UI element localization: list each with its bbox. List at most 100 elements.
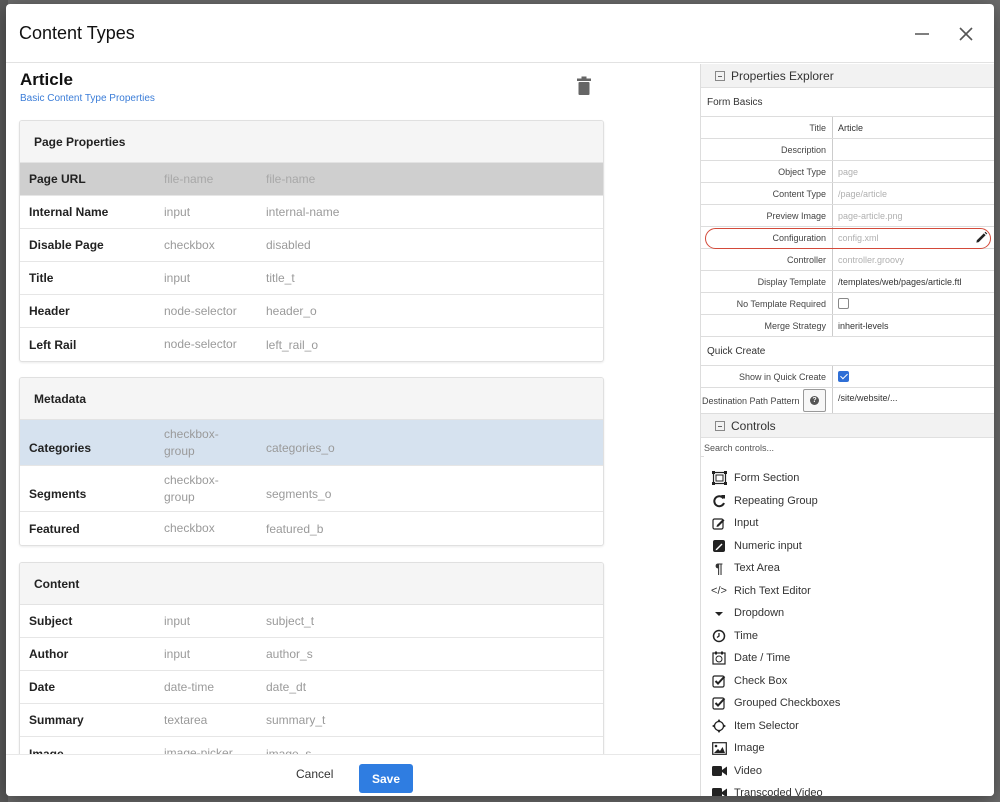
property-value[interactable]: page xyxy=(833,161,994,182)
property-value[interactable]: inherit-levels xyxy=(833,315,994,336)
field-name: Categories xyxy=(29,440,92,455)
control-item[interactable]: Numeric input xyxy=(701,535,994,558)
field-id: file-name xyxy=(266,172,316,186)
image-icon xyxy=(711,740,727,756)
show-in-quick-create-checkbox[interactable] xyxy=(838,371,849,382)
property-row[interactable]: Object Type page xyxy=(701,161,994,183)
property-row[interactable]: No Template Required xyxy=(701,293,994,315)
field-row[interactable]: Left Rail node-selector left_rail_o xyxy=(20,328,603,361)
checkbox-icon xyxy=(711,673,727,689)
cancel-button[interactable]: Cancel xyxy=(296,767,333,781)
section-title[interactable]: Page Properties xyxy=(20,121,603,163)
property-value[interactable] xyxy=(833,139,994,160)
property-row[interactable]: Merge Strategy inherit-levels xyxy=(701,315,994,337)
field-id: title_t xyxy=(266,271,295,285)
caret-down-icon xyxy=(711,605,727,621)
no-template-required-checkbox[interactable] xyxy=(838,298,849,309)
control-item[interactable]: Video xyxy=(701,760,994,783)
help-icon: ? xyxy=(810,396,819,405)
field-name: Image xyxy=(29,746,64,755)
control-item[interactable]: Date / Time xyxy=(701,647,994,670)
search-controls-input[interactable] xyxy=(704,439,994,457)
content-type-subtitle[interactable]: Basic Content Type Properties xyxy=(20,93,155,104)
property-row[interactable]: Content Type /page/article xyxy=(701,183,994,205)
field-type: input xyxy=(164,204,191,219)
property-value[interactable]: /page/article xyxy=(833,183,994,204)
collapse-icon[interactable] xyxy=(715,70,725,81)
control-item[interactable]: Transcoded Video xyxy=(701,782,994,796)
property-row[interactable]: Destination Path Pattern ? /site/website… xyxy=(701,388,994,414)
field-row[interactable]: Title input title_t xyxy=(20,262,603,295)
property-value[interactable]: Article xyxy=(833,117,994,138)
section-content[interactable]: Content Subject input subject_t Author i… xyxy=(19,562,604,754)
control-item[interactable]: Form Section xyxy=(701,467,994,490)
minimize-button[interactable] xyxy=(909,21,935,47)
property-row[interactable]: Display Template /templates/web/pages/ar… xyxy=(701,271,994,293)
field-name: Subject xyxy=(29,614,73,628)
field-id: author_s xyxy=(266,647,313,661)
property-value[interactable]: config.xml xyxy=(833,227,994,248)
field-row[interactable]: Page URL file-name file-name xyxy=(20,163,603,196)
property-value[interactable]: controller.groovy xyxy=(833,249,994,270)
field-name: Header xyxy=(29,304,70,318)
close-button[interactable] xyxy=(953,21,979,47)
property-row[interactable]: Preview Image page-article.png xyxy=(701,205,994,227)
help-button[interactable]: ? xyxy=(803,389,826,412)
property-row-configuration[interactable]: Configuration config.xml xyxy=(701,227,994,249)
section-metadata[interactable]: Metadata Categories checkbox-group categ… xyxy=(19,377,604,546)
control-item[interactable]: Dropdown xyxy=(701,602,994,625)
collapse-icon[interactable] xyxy=(715,420,725,431)
control-item[interactable]: Repeating Group xyxy=(701,490,994,513)
properties-explorer-header[interactable]: Properties Explorer xyxy=(701,64,994,88)
property-label: Merge Strategy xyxy=(701,315,833,336)
field-row[interactable]: Author input author_s xyxy=(20,638,603,671)
property-value[interactable]: /site/website/... xyxy=(833,388,994,413)
checkbox-group-icon xyxy=(711,695,727,711)
property-row[interactable]: Description xyxy=(701,139,994,161)
field-name: Summary xyxy=(29,713,84,727)
property-row[interactable]: Title Article xyxy=(701,117,994,139)
control-item[interactable]: Image xyxy=(701,737,994,760)
control-item[interactable]: </> Rich Text Editor xyxy=(701,580,994,603)
save-button[interactable]: Save xyxy=(359,764,413,793)
video-icon xyxy=(711,785,727,796)
field-row[interactable]: Featured checkbox featured_b xyxy=(20,512,603,545)
control-item[interactable]: Item Selector xyxy=(701,715,994,738)
field-row[interactable]: Disable Page checkbox disabled xyxy=(20,229,603,262)
control-item[interactable]: Grouped Checkboxes xyxy=(701,692,994,715)
pencil-icon[interactable] xyxy=(975,231,988,244)
field-row[interactable]: Subject input subject_t xyxy=(20,605,603,638)
control-item[interactable]: ¶ Text Area xyxy=(701,557,994,580)
field-row[interactable]: Segments checkbox-group segments_o xyxy=(20,466,603,512)
field-row[interactable]: Internal Name input internal-name xyxy=(20,196,603,229)
property-row[interactable]: Show in Quick Create xyxy=(701,366,994,388)
field-row[interactable]: Date date-time date_dt xyxy=(20,671,603,704)
control-label: Item Selector xyxy=(734,719,799,732)
calendar-clock-icon xyxy=(711,650,727,666)
control-label: Time xyxy=(734,629,759,642)
field-type: textarea xyxy=(164,712,208,727)
property-label: Show in Quick Create xyxy=(701,366,833,387)
property-value[interactable]: /templates/web/pages/article.ftl xyxy=(833,271,994,292)
property-label: Preview Image xyxy=(701,205,833,226)
control-item[interactable]: Check Box xyxy=(701,670,994,693)
field-type: checkbox-group xyxy=(164,472,219,504)
field-name: Title xyxy=(29,271,54,285)
code-icon: </> xyxy=(711,584,727,597)
control-item[interactable]: Time xyxy=(701,625,994,648)
properties-explorer-panel: Properties Explorer Form Basics Title Ar… xyxy=(700,64,994,796)
field-row[interactable]: Categories checkbox-group categories_o xyxy=(20,420,603,466)
controls-header[interactable]: Controls xyxy=(701,414,994,438)
property-row[interactable]: Controller controller.groovy xyxy=(701,249,994,271)
section-title[interactable]: Metadata xyxy=(20,378,603,420)
field-row[interactable]: Image image-picker image_s xyxy=(20,737,603,754)
property-value[interactable]: page-article.png xyxy=(833,205,994,226)
section-title[interactable]: Content xyxy=(20,563,603,605)
trash-icon[interactable] xyxy=(576,76,592,96)
control-label: Numeric input xyxy=(734,539,802,552)
content-types-dialog: Content Types Article Basic Content Type… xyxy=(6,4,994,796)
section-page-properties[interactable]: Page Properties Page URL file-name file-… xyxy=(19,120,604,362)
field-row[interactable]: Header node-selector header_o xyxy=(20,295,603,328)
control-item[interactable]: Input xyxy=(701,512,994,535)
field-row[interactable]: Summary textarea summary_t xyxy=(20,704,603,737)
